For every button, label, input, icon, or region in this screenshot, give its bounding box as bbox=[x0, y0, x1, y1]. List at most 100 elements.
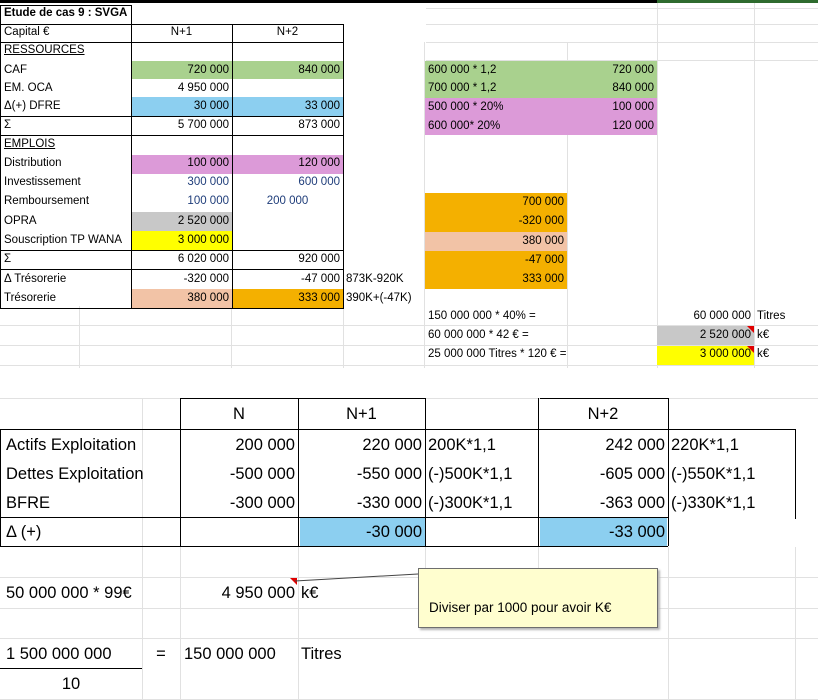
titles-unit: k€ bbox=[757, 348, 770, 360]
row-label: Remboursement bbox=[4, 195, 90, 207]
row-value: -30 000 bbox=[366, 523, 422, 541]
row-label: Investissement bbox=[4, 176, 81, 188]
row-value: 200 000 bbox=[266, 195, 309, 207]
header-n2: N+2 bbox=[276, 26, 299, 38]
row-value: 720 000 bbox=[187, 64, 229, 76]
row-value: 600 000 bbox=[298, 176, 340, 188]
fraction-equals: = bbox=[156, 645, 166, 663]
fraction-bar bbox=[0, 668, 142, 669]
row-formula: (-)330K*1,1 bbox=[671, 494, 756, 512]
fraction-unit: Titres bbox=[301, 645, 342, 663]
row-formula: 200K*1,1 bbox=[428, 436, 496, 454]
row-label: BFRE bbox=[6, 494, 51, 512]
row-value: 30 000 bbox=[193, 100, 229, 112]
side-value: 120 000 bbox=[612, 120, 654, 132]
row-value: 100 000 bbox=[187, 195, 229, 207]
row-value: 840 000 bbox=[298, 64, 340, 76]
row-label: Trésorerie bbox=[4, 292, 56, 304]
oca-unit: k€ bbox=[301, 584, 319, 602]
row-formula: 220K*1,1 bbox=[671, 436, 739, 454]
row-value: -500 000 bbox=[229, 465, 295, 483]
titles-formula: 150 000 000 * 40% = bbox=[428, 310, 536, 322]
row-value: -300 000 bbox=[229, 494, 295, 512]
side-value: 720 000 bbox=[612, 64, 654, 76]
row-value: 2 520 000 bbox=[177, 215, 229, 227]
row-value: 100 000 bbox=[187, 157, 229, 169]
row-value: 920 000 bbox=[298, 253, 340, 265]
row-value: -550 000 bbox=[356, 465, 422, 483]
row-label: Σ bbox=[4, 119, 12, 131]
row-value: -363 000 bbox=[599, 494, 665, 512]
row-value: 300 000 bbox=[187, 176, 229, 188]
header-n: N bbox=[233, 405, 245, 423]
titles-formula: 60 000 000 * 42 € = bbox=[428, 329, 529, 341]
side-formula: 500 000 * 20% bbox=[428, 101, 504, 113]
row-value: 33 000 bbox=[304, 100, 340, 112]
row-label: Distribution bbox=[4, 157, 62, 169]
tres-stack-value: -320 000 bbox=[518, 215, 564, 227]
side-value: 100 000 bbox=[612, 101, 654, 113]
row-label: CAF bbox=[4, 64, 27, 76]
row-value: -330 000 bbox=[356, 494, 422, 512]
header-n1: N+1 bbox=[170, 26, 193, 38]
sheet-title: Etude de cas 9 : SVGA bbox=[4, 7, 128, 19]
row-value: -33 000 bbox=[609, 523, 665, 541]
header-n1: N+1 bbox=[346, 405, 377, 423]
row-value: 220 000 bbox=[362, 436, 422, 454]
row-formula: (-)550K*1,1 bbox=[671, 465, 756, 483]
oca-formula: 50 000 000 * 99€ bbox=[6, 584, 132, 602]
fraction-numerator: 1 500 000 000 bbox=[6, 645, 112, 663]
note-tres-delta: 873K-920K bbox=[346, 273, 404, 285]
section-emplois: EMPLOIS bbox=[4, 138, 56, 150]
row-label: Δ(+) DFRE bbox=[4, 100, 61, 112]
comment-marker-icon[interactable] bbox=[747, 326, 754, 333]
tres-stack-value: 700 000 bbox=[522, 196, 564, 208]
titles-value: 2 520 000 bbox=[699, 329, 751, 341]
comment-marker-icon[interactable] bbox=[747, 346, 754, 353]
tres-stack-value: 380 000 bbox=[522, 235, 564, 247]
comment-marker-icon[interactable] bbox=[290, 578, 297, 585]
side-value: 840 000 bbox=[612, 82, 654, 94]
row-value: -605 000 bbox=[599, 465, 665, 483]
side-formula: 600 000 * 1,2 bbox=[428, 64, 497, 76]
row-value: 120 000 bbox=[298, 157, 340, 169]
titles-value: 3 000 000 bbox=[699, 348, 751, 360]
header-capital: Capital € bbox=[4, 26, 50, 38]
row-value: -320 000 bbox=[183, 273, 229, 285]
titles-value: 60 000 000 bbox=[693, 310, 751, 322]
row-formula: (-)300K*1,1 bbox=[428, 494, 513, 512]
row-label: Δ (+) bbox=[6, 523, 42, 541]
comment-text: Diviser par 1000 pour avoir K€ bbox=[429, 600, 612, 615]
titles-formula: 25 000 000 Titres * 120 € = bbox=[428, 348, 567, 360]
tres-stack-value: 333 000 bbox=[522, 273, 564, 285]
row-value: 3 000 000 bbox=[177, 234, 229, 246]
fraction-result: 150 000 000 bbox=[184, 645, 276, 663]
row-formula: (-)500K*1,1 bbox=[428, 465, 513, 483]
tres-stack-value: -47 000 bbox=[524, 254, 564, 266]
section-ressources: RESSOURCES bbox=[4, 44, 85, 56]
row-value: 6 020 000 bbox=[177, 253, 229, 265]
note-tres: 390K+(-47K) bbox=[346, 292, 412, 304]
row-value: 200 000 bbox=[235, 436, 295, 454]
row-value: 873 000 bbox=[298, 119, 340, 131]
row-value: -47 000 bbox=[300, 273, 340, 285]
comment-box[interactable]: Diviser par 1000 pour avoir K€ bbox=[418, 568, 658, 628]
row-label: EM. OCA bbox=[4, 82, 53, 94]
row-label: Actifs Exploitation bbox=[6, 436, 137, 454]
row-label: Dettes Exploitation bbox=[6, 465, 144, 483]
header-n2: N+2 bbox=[587, 405, 619, 423]
oca-value: 4 950 000 bbox=[221, 584, 295, 602]
row-value: 380 000 bbox=[187, 292, 229, 304]
row-label: Δ Trésorerie bbox=[4, 273, 67, 285]
row-value: 333 000 bbox=[298, 292, 340, 304]
side-formula: 700 000 * 1,2 bbox=[428, 82, 497, 94]
titles-unit: Titres bbox=[757, 310, 786, 322]
row-label: OPRA bbox=[4, 215, 37, 227]
row-value: 242 000 bbox=[605, 436, 665, 454]
side-formula: 600 000* 20% bbox=[428, 120, 501, 132]
row-label: Souscription TP WANA bbox=[4, 234, 123, 246]
row-label: Σ bbox=[4, 253, 12, 265]
fraction-denominator: 10 bbox=[61, 675, 81, 693]
row-value: 4 950 000 bbox=[177, 82, 229, 94]
titles-unit: k€ bbox=[757, 329, 770, 341]
